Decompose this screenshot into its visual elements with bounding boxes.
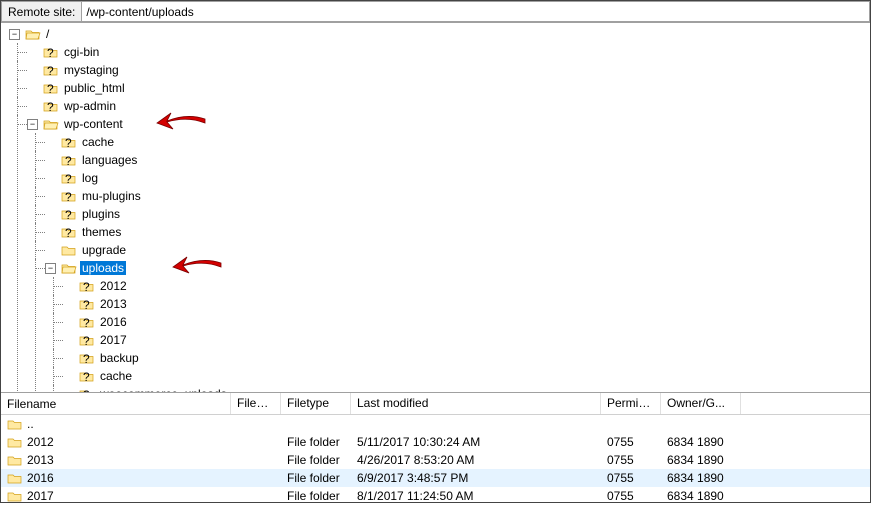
tree-item[interactable]: 2013 xyxy=(63,295,870,313)
folder-unknown-icon xyxy=(61,225,77,239)
folder-unknown-icon xyxy=(79,387,95,393)
folder-open-icon xyxy=(43,117,59,131)
folder-unknown-icon xyxy=(43,99,59,113)
tree-item[interactable]: mu-plugins xyxy=(45,187,870,205)
list-row[interactable]: 2013 File folder 4/26/2017 8:53:20 AM 07… xyxy=(1,451,870,469)
folder-unknown-icon xyxy=(61,189,77,203)
folder-icon xyxy=(7,417,23,431)
col-filename[interactable]: Filename xyxy=(1,393,231,414)
col-modified[interactable]: Last modified xyxy=(351,393,601,414)
tree-node-label: / xyxy=(44,27,51,41)
tree-item[interactable]: upgrade xyxy=(45,241,870,259)
folder-unknown-icon xyxy=(43,63,59,77)
address-bar: Remote site: xyxy=(1,1,870,23)
folder-unknown-icon xyxy=(43,45,59,59)
tree-item[interactable]: cache xyxy=(63,367,870,385)
remote-site-label: Remote site: xyxy=(1,1,82,22)
file-list-body: .. 2012 File folder 5/11/2017 10:30:24 A… xyxy=(1,415,870,505)
tree-root[interactable]: − / xyxy=(9,25,870,43)
folder-open-icon xyxy=(25,27,41,41)
list-row[interactable]: 2012 File folder 5/11/2017 10:30:24 AM 0… xyxy=(1,433,870,451)
tree-item[interactable]: wp-admin xyxy=(27,97,870,115)
folder-unknown-icon xyxy=(61,207,77,221)
remote-tree-pane[interactable]: − / cgi-bin mystaging public_html wp-adm… xyxy=(1,23,870,393)
remote-path-input[interactable] xyxy=(82,1,870,22)
folder-unknown-icon xyxy=(79,351,95,365)
tree-root-children: cgi-bin mystaging public_html wp-admin −… xyxy=(9,43,870,393)
file-list-header: Filename Filesize Filetype Last modified… xyxy=(1,393,870,415)
collapse-icon[interactable]: − xyxy=(45,263,56,274)
folder-open-icon xyxy=(61,261,77,275)
col-filesize[interactable]: Filesize xyxy=(231,393,281,414)
col-filetype[interactable]: Filetype xyxy=(281,393,351,414)
col-owner[interactable]: Owner/G... xyxy=(661,393,741,414)
folder-unknown-icon xyxy=(79,279,95,293)
folder-unknown-icon xyxy=(43,81,59,95)
list-row-parent[interactable]: .. xyxy=(1,415,870,433)
folder-icon xyxy=(7,435,23,449)
tree-item[interactable]: plugins xyxy=(45,205,870,223)
folder-unknown-icon xyxy=(61,153,77,167)
tree-item[interactable]: 2016 xyxy=(63,313,870,331)
tree-item[interactable]: 2017 xyxy=(63,331,870,349)
tree-item-wp-content[interactable]: − wp-content xyxy=(27,115,870,133)
tree-item[interactable]: public_html xyxy=(27,79,870,97)
list-row[interactable]: 2016 File folder 6/9/2017 3:48:57 PM 075… xyxy=(1,469,870,487)
tree-item[interactable]: themes xyxy=(45,223,870,241)
folder-unknown-icon xyxy=(61,135,77,149)
list-row[interactable]: 2017 File folder 8/1/2017 11:24:50 AM 07… xyxy=(1,487,870,505)
tree-item[interactable]: backup xyxy=(63,349,870,367)
tree-item[interactable]: mystaging xyxy=(27,61,870,79)
folder-icon xyxy=(61,243,77,257)
col-permissions[interactable]: Permissi... xyxy=(601,393,661,414)
folder-unknown-icon xyxy=(61,171,77,185)
tree-item[interactable]: 2012 xyxy=(63,277,870,295)
tree-item[interactable]: woocommerce_uploads xyxy=(63,385,870,393)
tree-item-uploads[interactable]: − uploads xyxy=(45,259,870,277)
folder-unknown-icon xyxy=(79,315,95,329)
tree-node-label: uploads xyxy=(80,261,126,275)
folder-icon xyxy=(7,489,23,503)
folder-icon xyxy=(7,453,23,467)
folder-unknown-icon xyxy=(79,333,95,347)
folder-unknown-icon xyxy=(79,369,95,383)
tree-item[interactable]: cgi-bin xyxy=(27,43,870,61)
tree-item[interactable]: languages xyxy=(45,151,870,169)
tree-node-label: wp-content xyxy=(62,117,125,131)
folder-unknown-icon xyxy=(79,297,95,311)
collapse-icon[interactable]: − xyxy=(9,29,20,40)
tree-item[interactable]: log xyxy=(45,169,870,187)
collapse-icon[interactable]: − xyxy=(27,119,38,130)
folder-icon xyxy=(7,471,23,485)
tree-item[interactable]: cache xyxy=(45,133,870,151)
